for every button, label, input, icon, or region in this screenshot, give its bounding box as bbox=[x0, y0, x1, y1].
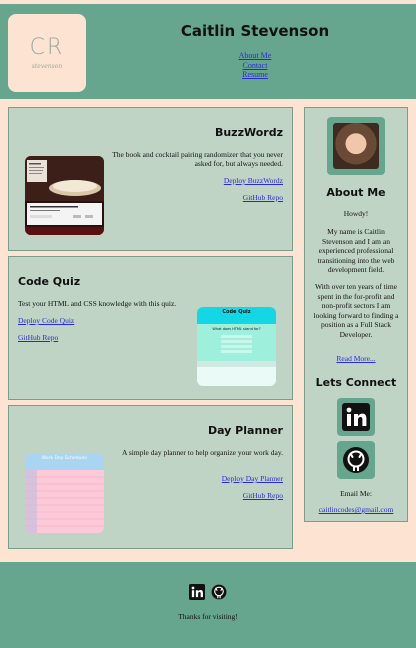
main-nav: About Me Contact Resume bbox=[150, 51, 360, 80]
project-description: The book and cocktail pairing randomizer… bbox=[112, 150, 283, 168]
logo-script: stevenson bbox=[31, 62, 63, 70]
about-sidebar: About Me Howdy! My name is Caitlin Steve… bbox=[304, 107, 408, 522]
connect-heading: Lets Connect bbox=[315, 376, 397, 389]
nav-link-about-me[interactable]: About Me bbox=[150, 51, 360, 61]
planner-preview-title: Work Day Scheduler bbox=[25, 454, 104, 470]
github-icon[interactable] bbox=[337, 441, 375, 479]
github-repo-link[interactable]: GitHub Repo bbox=[243, 491, 283, 500]
footer-thanks: Thanks for visiting! bbox=[178, 612, 238, 621]
planner-preview-rows bbox=[25, 470, 104, 533]
quiz-preview-title: Code Quiz bbox=[197, 307, 276, 324]
about-greeting: Howdy! bbox=[343, 209, 369, 218]
nav-link-resume[interactable]: Resume bbox=[150, 70, 360, 80]
quiz-preview-body: What does HTML stand for? bbox=[197, 324, 276, 361]
project-screenshot: Work Day Scheduler bbox=[25, 454, 104, 533]
linkedin-icon[interactable] bbox=[189, 584, 205, 605]
quiz-preview-answers bbox=[221, 335, 252, 353]
deploy-link[interactable]: Deploy BuzzWordz bbox=[224, 176, 283, 185]
email-label: Email Me: bbox=[340, 489, 372, 498]
avatar bbox=[327, 117, 385, 175]
logo[interactable]: CR stevenson bbox=[8, 14, 86, 92]
email-link[interactable]: caitlincodes@gmail.com bbox=[305, 505, 407, 514]
project-card-day-planner: Day Planner A simple day planner to help… bbox=[8, 405, 293, 549]
quiz-preview-score-bar bbox=[197, 361, 276, 367]
logo-monogram: CR bbox=[29, 34, 65, 60]
about-paragraph-2: With over ten years of time spent in the… bbox=[313, 282, 399, 339]
github-repo-link[interactable]: GitHub Repo bbox=[18, 333, 58, 342]
project-title: Code Quiz bbox=[18, 275, 81, 288]
project-card-code-quiz: Code Quiz Test your HTML and CSS knowled… bbox=[8, 256, 293, 400]
site-footer: Thanks for visiting! bbox=[0, 562, 416, 648]
nav-link-contact[interactable]: Contact bbox=[150, 61, 360, 71]
project-title: Day Planner bbox=[207, 424, 283, 437]
read-more-link[interactable]: Read More... bbox=[305, 354, 407, 363]
project-title: BuzzWordz bbox=[214, 126, 283, 139]
linkedin-icon[interactable] bbox=[337, 398, 375, 436]
project-screenshot bbox=[25, 156, 104, 235]
github-icon[interactable] bbox=[211, 584, 227, 605]
about-heading: About Me bbox=[326, 186, 386, 199]
footer-social-icons bbox=[0, 584, 416, 605]
project-description: Test your HTML and CSS knowledge with th… bbox=[18, 299, 177, 308]
about-paragraph-1: My name is Caitlin Stevenson and I am an… bbox=[317, 227, 395, 274]
deploy-link[interactable]: Deploy Code Quiz bbox=[18, 316, 74, 325]
profile-photo bbox=[333, 123, 379, 169]
deploy-link[interactable]: Deploy Day Planner bbox=[222, 474, 283, 483]
project-screenshot: Code Quiz What does HTML stand for? bbox=[197, 307, 276, 386]
page-title: Caitlin Stevenson bbox=[180, 22, 330, 40]
project-description: A simple day planner to help organize yo… bbox=[121, 448, 283, 457]
github-repo-link[interactable]: GitHub Repo bbox=[243, 193, 283, 202]
site-header: CR stevenson Caitlin Stevenson About Me … bbox=[0, 4, 416, 99]
buzzwordz-preview-image bbox=[25, 156, 104, 235]
project-card-buzzwordz: BuzzWordz The book and cocktail pairing … bbox=[8, 107, 293, 251]
